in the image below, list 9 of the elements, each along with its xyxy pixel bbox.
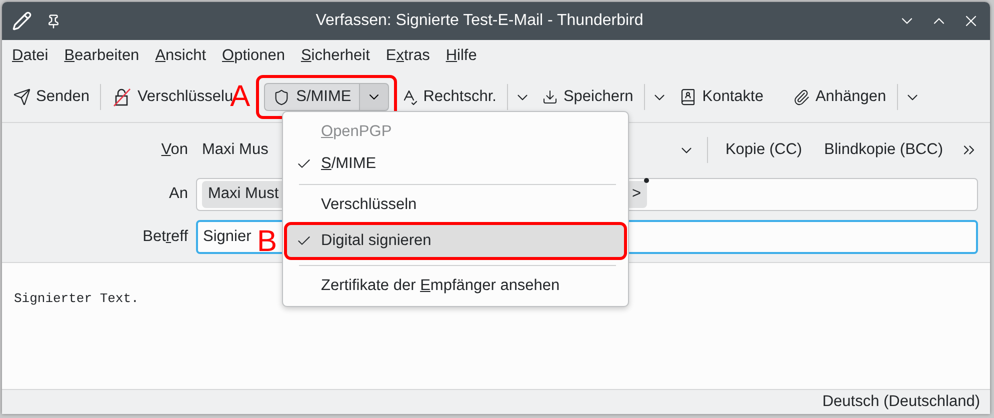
annotation-label: B — [257, 227, 278, 257]
field-label: Von — [161, 141, 188, 159]
message-text: Signierter Text. — [14, 291, 139, 306]
field-label: An — [169, 185, 188, 203]
field-label: Betreff — [142, 228, 188, 246]
annotation-label: A — [230, 82, 250, 112]
window-title: Verfassen: Signierte Test-E-Mail - Thunderbird — [314, 12, 644, 30]
sender-value: Maxi Mus — [202, 141, 268, 159]
language-status: Deutsch (Deutschland) — [822, 393, 980, 411]
